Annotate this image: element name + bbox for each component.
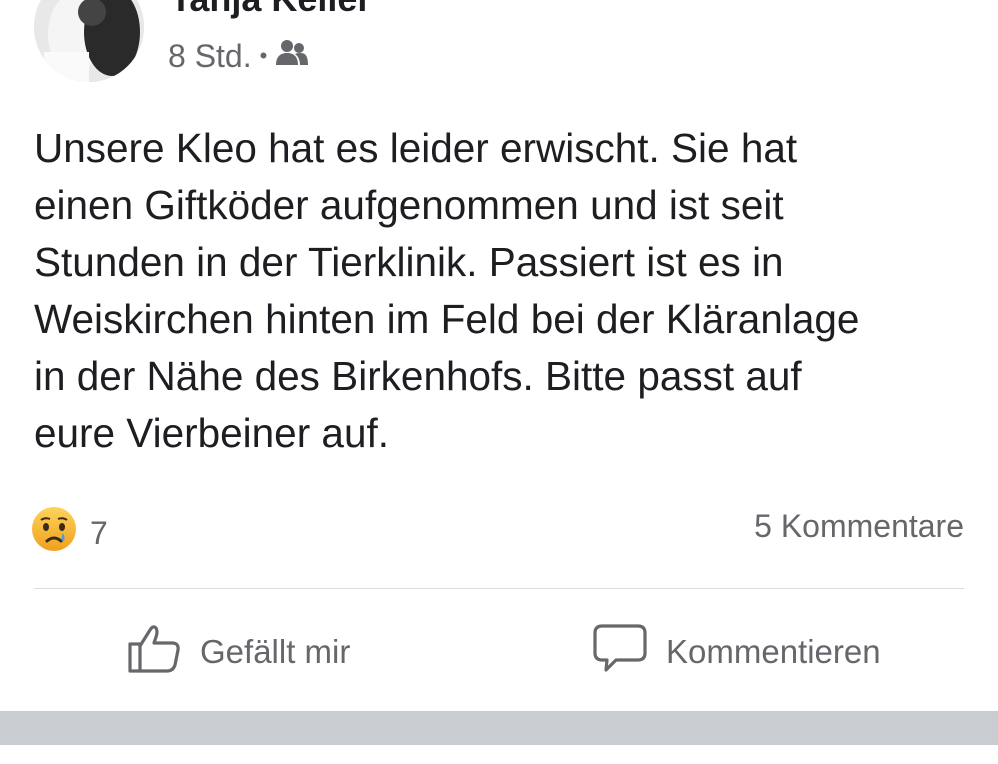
post-meta: 8 Std. •	[168, 36, 309, 76]
like-button[interactable]: Gefällt mir	[126, 620, 350, 684]
avatar-photo	[34, 0, 144, 82]
comment-button[interactable]: Kommentieren	[592, 620, 881, 684]
post-body: Unsere Kleo hat es leider erwischt. Sie …	[34, 120, 964, 462]
post-text-line: Unsere Kleo hat es leider erwischt. Sie …	[34, 125, 798, 171]
thumbs-up-icon	[126, 622, 200, 682]
reaction-summary[interactable]: 7	[30, 505, 108, 561]
author-name[interactable]: Tanja Keller	[170, 0, 371, 20]
comments-count-link[interactable]: 5 Kommentare	[754, 508, 964, 545]
meta-separator: •	[259, 43, 268, 68]
like-label: Gefällt mir	[200, 633, 351, 670]
post-text-line: eure Vierbeiner auf.	[34, 410, 389, 456]
post-text-line: Stunden in der Tierklinik. Passiert ist …	[34, 239, 784, 285]
friends-icon	[275, 38, 309, 75]
comment-bubble-icon	[592, 622, 666, 682]
post-timestamp[interactable]: 8 Std.	[168, 38, 252, 75]
avatar[interactable]	[34, 0, 144, 82]
post-text-line: Weiskirchen hinten im Feld bei der Klära…	[34, 296, 860, 342]
comment-label: Kommentieren	[666, 633, 881, 670]
divider	[34, 588, 964, 589]
feed-separator	[0, 711, 998, 745]
sad-emoji-icon	[30, 505, 78, 561]
post-text-line: in der Nähe des Birkenhofs. Bitte passt …	[34, 353, 802, 399]
post-text-line: einen Giftköder aufgenommen und ist seit	[34, 182, 784, 228]
reaction-count: 7	[90, 514, 108, 551]
